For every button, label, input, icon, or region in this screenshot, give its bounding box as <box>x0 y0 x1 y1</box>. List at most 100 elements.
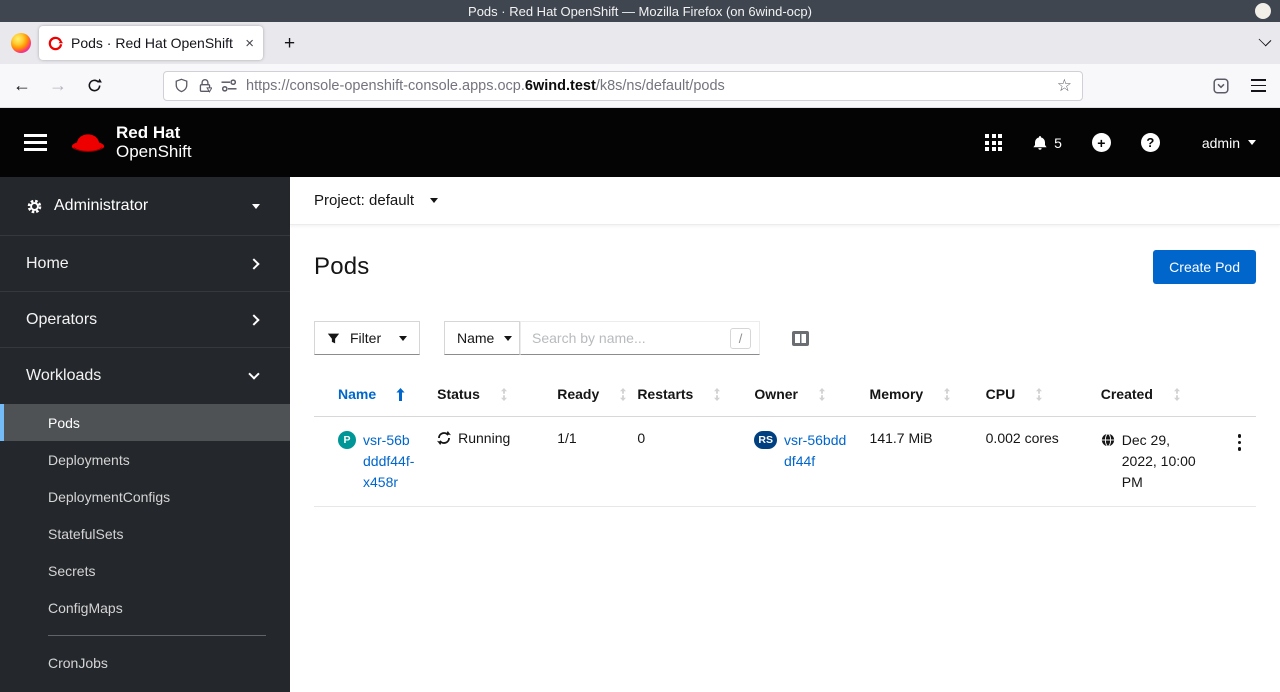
submenu-divider <box>48 635 266 636</box>
pod-memory: 141.7 MiB <box>869 430 933 446</box>
filter-funnel-icon <box>327 333 340 343</box>
columns-icon <box>792 331 809 346</box>
url-domain: 6wind.test <box>524 77 596 94</box>
openshift-favicon-icon <box>48 36 63 50</box>
brand-line2: OpenShift <box>116 141 192 161</box>
tab-title: Pods · Red Hat OpenShift <box>71 35 233 51</box>
cogs-icon <box>27 199 42 213</box>
sidebar-item-workloads[interactable]: Workloads <box>0 348 290 404</box>
bell-icon <box>1033 135 1047 150</box>
column-label: CPU <box>985 386 1016 402</box>
column-label: Name <box>338 386 377 402</box>
column-header-status[interactable]: Status <box>421 378 542 417</box>
pod-created-cell: Dec 29, 2022, 10:00 PM <box>1101 430 1207 493</box>
sidebar-item-deploymentconfigs[interactable]: DeploymentConfigs <box>0 478 290 515</box>
connection-lock-icon[interactable] <box>198 78 212 93</box>
sidebar-item-home[interactable]: Home <box>0 236 290 292</box>
filter-dropdown[interactable]: Filter <box>314 321 420 355</box>
column-header-ready[interactable]: Ready <box>541 378 627 417</box>
page-title: Pods <box>314 253 370 280</box>
window-titlebar: Pods · Red Hat OpenShift — Mozilla Firef… <box>0 0 1280 22</box>
permissions-icon[interactable] <box>221 79 237 92</box>
search-input[interactable] <box>532 330 730 346</box>
sidebar-item-pods[interactable]: Pods <box>0 404 290 441</box>
sidebar-item-operators[interactable]: Operators <box>0 292 290 348</box>
sort-icon <box>619 388 627 404</box>
workloads-submenu: Pods Deployments DeploymentConfigs State… <box>0 404 290 681</box>
pod-cpu: 0.002 cores <box>985 430 1059 446</box>
notification-count: 5 <box>1054 134 1062 151</box>
column-header-owner[interactable]: Owner <box>738 378 854 417</box>
user-menu[interactable]: admin <box>1202 135 1256 151</box>
search-box: / <box>520 321 760 355</box>
list-all-tabs-icon[interactable] <box>1258 33 1272 47</box>
sort-ascending-icon <box>396 388 405 404</box>
sidebar-item-deployments[interactable]: Deployments <box>0 441 290 478</box>
column-header-created[interactable]: Created <box>1084 378 1213 417</box>
sidebar-section-label: Home <box>26 254 69 272</box>
sidebar-subitem-label: Pods <box>48 414 80 431</box>
app-launcher-icon[interactable] <box>985 134 1003 151</box>
help-button[interactable]: ? <box>1140 133 1160 152</box>
forward-button[interactable]: → <box>44 72 72 100</box>
pod-link[interactable]: vsr-56bdddf44f-x458r <box>363 430 415 493</box>
import-yaml-button[interactable]: + <box>1091 133 1111 152</box>
url-text[interactable]: https://console-openshift-console.apps.o… <box>246 78 725 94</box>
firefox-menu-icon[interactable] <box>1251 79 1266 92</box>
tracking-protection-shield-icon[interactable] <box>174 78 189 93</box>
nav-bar-right <box>1213 77 1266 94</box>
page-content: Pods Create Pod Filter Name / <box>290 225 1280 507</box>
notification-bell[interactable]: 5 <box>1032 135 1062 151</box>
project-selector[interactable]: Project: default <box>314 192 414 209</box>
pod-badge: P <box>338 431 356 449</box>
pod-created: Dec 29, 2022, 10:00 PM <box>1121 432 1196 490</box>
row-kebab-menu-icon[interactable] <box>1229 430 1250 451</box>
perspective-switcher[interactable]: Administrator <box>0 177 290 236</box>
sort-icon <box>1035 388 1043 404</box>
page-header: Pods Create Pod <box>314 250 1256 284</box>
tab-close-icon[interactable]: × <box>245 35 254 52</box>
openshift-masthead: Red Hat OpenShift 5 + ? admin <box>0 108 1280 177</box>
column-header-name[interactable]: Name <box>314 378 422 417</box>
sidebar-item-cronjobs[interactable]: CronJobs <box>0 644 290 681</box>
url-prefix: https://console-openshift-console.apps.o… <box>246 77 525 94</box>
brand-logo: Red Hat OpenShift <box>69 123 192 161</box>
reload-button[interactable] <box>80 72 108 100</box>
pods-table: Name Status Ready Restarts Owner Memory … <box>314 378 1256 507</box>
create-pod-button[interactable]: Create Pod <box>1153 250 1256 284</box>
chevron-down-icon <box>248 368 260 380</box>
back-button[interactable]: ← <box>8 72 36 100</box>
browser-tab[interactable]: Pods · Red Hat OpenShift × <box>39 26 263 60</box>
column-header-cpu[interactable]: CPU <box>969 378 1085 417</box>
column-label: Restarts <box>637 386 694 402</box>
column-label: Created <box>1100 386 1153 402</box>
bookmark-star-icon[interactable]: ☆ <box>1057 76 1072 96</box>
sidebar-subitem-label: StatefulSets <box>48 525 124 542</box>
owner-link[interactable]: vsr-56bdddf44f <box>784 430 848 472</box>
window-control-icon[interactable] <box>1255 3 1271 19</box>
pocket-icon[interactable] <box>1213 77 1229 94</box>
new-tab-button[interactable]: + <box>277 31 302 56</box>
sidebar-section-label: Workloads <box>26 367 102 384</box>
column-header-memory[interactable]: Memory <box>853 378 970 417</box>
nav-toggle-icon[interactable] <box>24 134 47 151</box>
pod-name-cell: P vsr-56bdddf44f-x458r <box>338 430 415 493</box>
app-body: Administrator Home Operators Workloads P… <box>0 177 1280 692</box>
firefox-icon[interactable] <box>11 33 31 53</box>
column-header-restarts[interactable]: Restarts <box>621 378 739 417</box>
user-caret-down-icon <box>1248 140 1256 145</box>
project-bar: Project: default <box>290 177 1280 225</box>
table-row: P vsr-56bdddf44f-x458r Running 1/1 0 RS … <box>314 416 1256 507</box>
search-attribute-dropdown[interactable]: Name <box>444 321 520 355</box>
column-header-actions <box>1212 378 1256 417</box>
project-caret-down-icon[interactable] <box>430 198 439 203</box>
manage-columns-button[interactable] <box>792 331 809 349</box>
sidebar-item-configmaps[interactable]: ConfigMaps <box>0 589 290 626</box>
sidebar-item-secrets[interactable]: Secrets <box>0 552 290 589</box>
sidebar-subitem-label: CronJobs <box>48 654 108 671</box>
url-bar[interactable]: https://console-openshift-console.apps.o… <box>163 70 1083 101</box>
sidebar-item-statefulsets[interactable]: StatefulSets <box>0 515 290 552</box>
pod-ready: 1/1 <box>557 430 577 446</box>
username: admin <box>1201 134 1240 151</box>
table-header-row: Name Status Ready Restarts Owner Memory … <box>314 378 1256 417</box>
